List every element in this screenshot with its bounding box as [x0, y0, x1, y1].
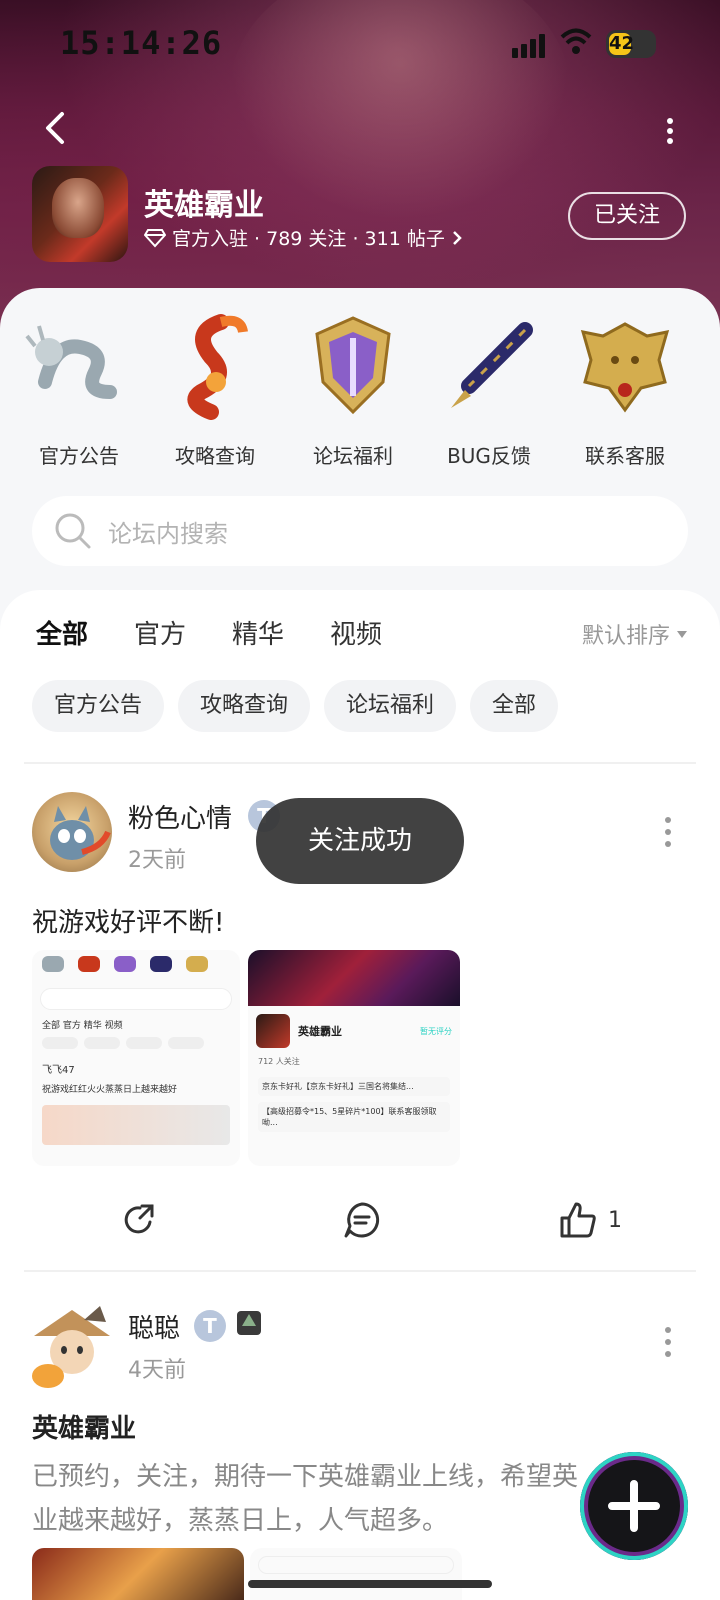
quick-link-label: 联系客服 [585, 444, 665, 468]
wifi-icon [560, 28, 592, 54]
post-author[interactable]: 聪聪 [128, 1308, 180, 1345]
tab-featured[interactable]: 精华 [232, 614, 284, 651]
comment-icon [344, 1202, 380, 1238]
search-placeholder: 论坛内搜索 [108, 519, 228, 548]
chip-announcements[interactable]: 官方公告 [32, 680, 165, 732]
tab-all[interactable]: 全部 [36, 614, 88, 657]
cartoon-character-avatar [32, 1306, 110, 1388]
thumb-line3: 【高级招募令*15、5星碎片*100】联系客服领取呦... [258, 1102, 450, 1132]
pen-icon [451, 322, 533, 408]
back-icon[interactable] [36, 108, 76, 148]
level-badge-icon: T [194, 1310, 226, 1342]
create-post-button[interactable] [580, 1452, 688, 1560]
app-meta[interactable]: 官方入驻 · 789 关注 · 311 帖子 [144, 224, 463, 251]
chip-all[interactable]: 全部 [470, 680, 559, 732]
category-chips: 官方公告 攻略查询 论坛福利 全部 [32, 680, 559, 732]
quick-link-label: 攻略查询 [175, 444, 255, 468]
signal-icon [512, 30, 552, 58]
plus-icon [608, 1480, 660, 1532]
divider [24, 1270, 696, 1272]
thumb-line1: 712 人关注 [258, 1057, 300, 1066]
diamond-icon [144, 228, 166, 247]
thumb-line2: 京东卡好礼【京东卡好礼】三国名将集结... [258, 1077, 450, 1096]
fire-dragon-icon [187, 314, 248, 420]
thumbs-up-icon [560, 1202, 596, 1238]
post-title: 英雄霸业 [32, 1414, 137, 1444]
chevron-right-icon [452, 230, 462, 245]
like-count: 1 [608, 1207, 622, 1233]
tab-official[interactable]: 官方 [134, 614, 186, 651]
status-bar: 15:14:26 42 [0, 0, 720, 90]
follow-button[interactable]: 已关注 [568, 192, 686, 240]
thumb-header: 英雄霸业 暂无评分 [248, 1006, 460, 1056]
thumb-user: 飞飞47 [42, 1065, 75, 1076]
medal-icon [237, 1311, 261, 1335]
caret-down-icon [677, 631, 688, 638]
thumb-banner [248, 950, 460, 1006]
app-stats: 官方入驻 · 789 关注 · 311 帖子 [172, 228, 445, 250]
thumb-title: 英雄霸业 [298, 1025, 342, 1038]
share-button[interactable] [120, 1200, 160, 1240]
post-text-line: 已预约，关注，期待一下英雄霸业上线，希望英 [32, 1462, 579, 1492]
clock: 15:14:26 [60, 24, 223, 62]
sort-label: 默认排序 [582, 624, 671, 649]
battery-icon: 42 [606, 30, 656, 58]
chip-benefits[interactable]: 论坛福利 [324, 680, 457, 732]
thumb-text: 祝游戏红红火火蒸蒸日上越来越好 [42, 1085, 178, 1095]
gold-shield-icon [315, 316, 391, 415]
post-text: 祝游戏好评不断! [32, 908, 225, 938]
thumb-icons-row [32, 950, 240, 978]
home-indicator[interactable] [248, 1580, 492, 1588]
post-time: 2天前 [128, 848, 186, 873]
search-icon [55, 513, 91, 549]
post-author[interactable]: 粉色心情 [128, 798, 232, 835]
quick-link-bug-report[interactable]: BUG反馈 [424, 312, 554, 469]
post-time: 4天前 [128, 1358, 186, 1383]
comment-button[interactable] [342, 1200, 382, 1240]
quick-link-label: BUG反馈 [447, 444, 531, 468]
post-image[interactable] [32, 1548, 244, 1600]
quick-link-support[interactable]: 联系客服 [560, 312, 690, 469]
toast-message: 关注成功 [256, 798, 464, 884]
tab-video[interactable]: 视频 [330, 614, 382, 651]
thumb-tag: 暂无评分 [420, 1026, 452, 1036]
feed-tabs: 全部 官方 精华 视频 [36, 614, 382, 657]
gold-emblem-icon [580, 322, 670, 413]
post-image[interactable]: 全部 官方 精华 视频 飞飞47 祝游戏红红火火蒸蒸日上越来越好 [32, 950, 240, 1166]
more-vertical-icon[interactable] [658, 812, 678, 852]
app-icon [32, 166, 128, 262]
thumb-tabs: 全部 官方 精华 视频 [42, 1021, 123, 1031]
divider [24, 762, 696, 764]
avatar[interactable] [24, 1296, 120, 1392]
more-vertical-icon[interactable] [658, 1322, 678, 1362]
app-title: 英雄霸业 [144, 188, 264, 223]
quick-links: 官方公告 攻略查询 论坛福利 BUG反馈 联系客服 [0, 300, 720, 470]
thumb-search [40, 988, 232, 1010]
thumb-search [258, 1556, 454, 1574]
quick-link-label: 官方公告 [39, 444, 119, 468]
quick-link-guides[interactable]: 攻略查询 [150, 312, 280, 469]
chip-guides[interactable]: 攻略查询 [178, 680, 311, 732]
thumb-chips [32, 1033, 240, 1053]
quick-link-announcements[interactable]: 官方公告 [14, 312, 144, 469]
more-vertical-icon[interactable] [650, 112, 690, 152]
cartoon-cat-avatar [50, 806, 111, 860]
battery-level: 42 [609, 33, 635, 55]
post-text-line: 业越来越好，蒸蒸日上，人气超多。 [32, 1506, 449, 1536]
search-bar[interactable]: 论坛内搜索 [32, 496, 688, 566]
share-icon [124, 1204, 154, 1234]
sort-dropdown[interactable]: 默认排序 [582, 618, 688, 650]
like-button[interactable]: 1 [558, 1200, 622, 1240]
thumb-preview [42, 1105, 230, 1145]
silver-dragon-icon [25, 325, 117, 399]
post-image[interactable]: 英雄霸业 暂无评分 712 人关注 京东卡好礼【京东卡好礼】三国名将集结... … [248, 950, 460, 1166]
quick-link-label: 论坛福利 [313, 444, 393, 468]
avatar[interactable] [32, 792, 112, 872]
post-image[interactable] [250, 1548, 462, 1600]
quick-link-benefits[interactable]: 论坛福利 [288, 312, 418, 469]
